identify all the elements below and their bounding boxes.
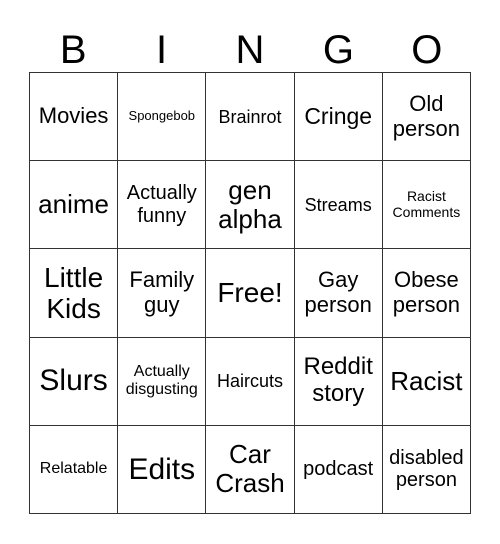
bingo-cell[interactable]: Racist Comments <box>382 161 471 250</box>
bingo-cell[interactable]: Spongebob <box>118 73 207 162</box>
header-letter-b: B <box>59 28 87 72</box>
bingo-grid: Movies Spongebob Brainrot Cringe Old per… <box>29 72 471 514</box>
bingo-cell[interactable]: Cringe <box>294 73 383 162</box>
bingo-cell[interactable]: podcast <box>294 425 383 514</box>
bingo-cell[interactable]: Actually funny <box>118 161 207 250</box>
header-letter-o: O <box>411 28 443 72</box>
bingo-cell[interactable]: Movies <box>30 73 119 162</box>
bingo-cell[interactable]: Reddit story <box>294 337 383 426</box>
header-letter-n: N <box>235 28 265 72</box>
bingo-cell[interactable]: Actually disgusting <box>118 337 207 426</box>
bingo-cell[interactable]: Slurs <box>30 337 119 426</box>
bingo-cell[interactable]: Relatable <box>30 425 119 514</box>
bingo-cell[interactable]: anime <box>30 161 119 250</box>
bingo-cell[interactable]: Car Crash <box>206 425 295 514</box>
bingo-cell[interactable]: Brainrot <box>206 73 295 162</box>
bingo-cell[interactable]: Old person <box>382 73 471 162</box>
bingo-cell[interactable]: Family guy <box>118 249 207 338</box>
bingo-cell[interactable]: Obese person <box>382 249 471 338</box>
bingo-header: B I N G O <box>29 28 471 72</box>
bingo-cell[interactable]: Little Kids <box>30 249 119 338</box>
bingo-cell[interactable]: disabled person <box>382 425 471 514</box>
bingo-cell[interactable]: Haircuts <box>206 337 295 426</box>
header-letter-i: I <box>156 28 168 72</box>
bingo-cell[interactable]: Gay person <box>294 249 383 338</box>
bingo-cell[interactable]: gen alpha <box>206 161 295 250</box>
bingo-cell[interactable]: Edits <box>118 425 207 514</box>
bingo-cell free-space[interactable]: Free! <box>206 249 295 338</box>
bingo-cell[interactable]: Streams <box>294 161 383 250</box>
bingo-cell[interactable]: Racist <box>382 337 471 426</box>
header-letter-g: G <box>322 28 354 72</box>
